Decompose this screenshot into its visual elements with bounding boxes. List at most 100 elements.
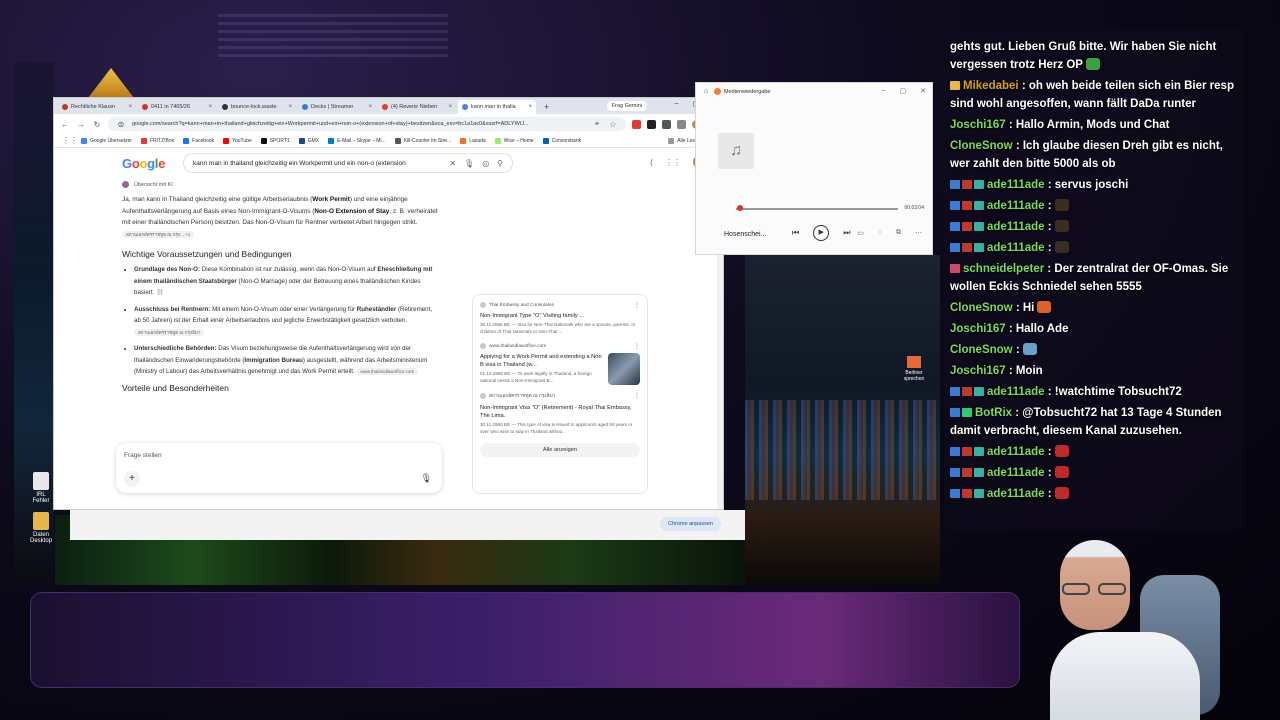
bookmark-item[interactable]: Consorsbank (542, 137, 581, 144)
bookmark-item[interactable]: Google Übersetzer (81, 137, 132, 144)
chat-username[interactable]: Joschi167 (950, 323, 1006, 335)
emote-icon (1085, 58, 1100, 70)
close-icon[interactable]: × (448, 104, 452, 110)
source-card[interactable]: Thai Embassy and Consulates ⋮ Non-Immigr… (480, 302, 640, 335)
source-card[interactable]: สถานเอกอัครราชทูต ณ กรุงลิมา ⋮ Non-Immig… (480, 392, 640, 435)
more-icon[interactable]: ⋮ (634, 392, 640, 399)
apps-grid-icon[interactable]: ⋮⋮ (62, 136, 78, 145)
add-icon[interactable]: + (124, 471, 140, 487)
bookmark-item[interactable]: Wise – Home (494, 137, 534, 144)
chat-username[interactable]: CloneSnow (950, 344, 1013, 356)
tab-gmail[interactable]: 0411 in 7465/26 × (138, 100, 216, 114)
more-icon[interactable]: ⋮ (634, 343, 640, 350)
source-title[interactable]: Applying for a Work Permit and extending… (480, 353, 602, 369)
source-chip[interactable]: สถานเอกอัครราชทูต ณ กรุง... +1 (122, 230, 195, 238)
extension-icon[interactable] (632, 119, 641, 129)
follow-up-question-box[interactable]: Frage stellen + 🎙 (116, 443, 442, 493)
bookmark-item[interactable]: E-Mail – Skype – Mi... (328, 137, 386, 144)
seek-bar[interactable] (736, 208, 898, 210)
chat-username[interactable]: ade111ade (987, 221, 1045, 233)
home-icon[interactable]: ⌂ (704, 88, 708, 95)
source-title[interactable]: Non-Immigrant Visa "O" (Retirement) - Ro… (480, 404, 640, 420)
forward-icon[interactable]: → (76, 120, 86, 129)
google-logo[interactable]: Google (122, 156, 165, 171)
source-title[interactable]: Non-Immigrant Type "O" Visiting family .… (480, 312, 640, 320)
more-icon[interactable]: ⋯ (915, 229, 922, 237)
search-input[interactable]: kann man in thailand gleichzeitig ein Wo… (183, 153, 514, 173)
desktop-icon-irl-fehler[interactable]: IRL Fehler (28, 472, 54, 504)
volume-icon[interactable]: ◌ (878, 229, 882, 237)
subtitles-icon[interactable]: ▭ (857, 229, 864, 237)
extensions-puzzle-icon[interactable] (677, 119, 686, 129)
source-card[interactable]: www.thailandlawoffice.com ⋮ Applying for… (480, 343, 640, 385)
minimize-icon[interactable]: – (675, 100, 679, 108)
show-all-sources-button[interactable]: Alle anzeigen (480, 443, 640, 457)
play-button[interactable]: ▶ (813, 225, 830, 241)
extension-icon[interactable] (647, 119, 656, 129)
bookmark-item[interactable]: YouTube (223, 137, 252, 144)
close-icon[interactable]: × (208, 104, 212, 110)
source-chip[interactable]: สถานเอกอัครราชทูต ณ กรุงลิมา (134, 328, 205, 336)
chat-username[interactable]: Mikedabei (963, 80, 1019, 92)
chat-username[interactable]: CloneSnow (950, 302, 1013, 314)
desktop-icon-daten-desktop[interactable]: Daten Desktop (28, 512, 54, 544)
bookmark-item[interactable]: Lazada (460, 137, 486, 144)
tab-decks[interactable]: Decks | Streamer × (298, 100, 376, 114)
back-icon[interactable]: ← (60, 120, 70, 129)
bookmark-item[interactable]: GMX (298, 137, 319, 144)
next-icon[interactable]: ⏭ (843, 228, 850, 238)
bookmark-item[interactable]: SPORT1 (260, 137, 290, 144)
close-window-icon[interactable]: ✕ (920, 87, 926, 95)
list-item: Unterschiedliche Behörden: Das Visum bez… (134, 343, 440, 378)
source-chip[interactable]: www.thailandlawoffice.com (356, 368, 419, 375)
bookmark-item[interactable]: FRITZ!Box (140, 137, 174, 144)
lens-icon[interactable]: ◎ (482, 159, 489, 168)
chrome-customize-button[interactable]: Chrome anpassen (660, 517, 721, 531)
new-tab-button[interactable]: + (538, 100, 555, 114)
chat-username[interactable]: ade111ade (987, 386, 1045, 398)
extension-icon[interactable] (662, 119, 671, 129)
tab-google-search[interactable]: kann man in thaila × (458, 100, 536, 114)
maximize-icon[interactable]: ▢ (900, 87, 907, 95)
share-icon[interactable]: ⟨ (650, 158, 653, 167)
chat-username[interactable]: ade111ade (987, 200, 1045, 212)
emote-icon (1037, 301, 1052, 313)
miniplayer-icon[interactable]: ⧉ (896, 229, 901, 237)
chat-username[interactable]: ade111ade (987, 488, 1045, 500)
chat-username[interactable]: CloneSnow (950, 140, 1013, 152)
tab-youtube[interactable]: (4) Reverie Nieben × (378, 100, 456, 114)
chat-username[interactable]: Joschi167 (950, 365, 1006, 377)
bookmark-item[interactable]: Facebook (183, 137, 214, 144)
close-icon[interactable]: × (528, 104, 532, 110)
microphone-icon[interactable]: 🎙 (421, 473, 432, 484)
tab-rechtliche[interactable]: Rechtliche Klausn × (58, 100, 136, 114)
address-bar[interactable]: ⊜ google.com/search?q=kann+man+in+thaila… (108, 117, 626, 131)
chat-username[interactable]: ade111ade (987, 179, 1045, 191)
clear-icon[interactable]: ✕ (449, 159, 456, 168)
tab-bounce-lock[interactable]: bounce-lock.waste × (218, 100, 296, 114)
bookmark-item[interactable]: Kill-Counter im Stre... (394, 137, 451, 144)
desktop-icon-berliner[interactable]: Berliner sprechen (898, 356, 930, 382)
close-icon[interactable]: × (368, 104, 372, 110)
chat-username[interactable]: BotRix (975, 407, 1012, 419)
gemini-button[interactable]: Frag Gemini (606, 101, 647, 111)
link-icon[interactable]: ⛓ (156, 289, 164, 296)
reload-icon[interactable]: ↻ (92, 120, 102, 129)
minimize-icon[interactable]: – (882, 87, 886, 95)
seek-handle[interactable] (737, 205, 744, 211)
search-icon[interactable]: ⚲ (497, 159, 503, 168)
chat-username[interactable]: ade111ade (987, 446, 1045, 458)
chat-username[interactable]: Joschi167 (950, 119, 1006, 131)
chat-username[interactable]: ade111ade (987, 467, 1045, 479)
close-icon[interactable]: × (288, 104, 292, 110)
chat-username[interactable]: schneidelpeter (963, 263, 1044, 275)
microphone-icon[interactable]: 🎙 (464, 159, 474, 168)
location-icon[interactable]: ⌖ (592, 119, 602, 129)
close-icon[interactable]: × (128, 104, 132, 110)
more-icon[interactable]: ⋮ (634, 302, 640, 309)
bookmark-star-icon[interactable]: ☆ (608, 120, 618, 129)
chat-username[interactable]: ade111ade (987, 242, 1045, 254)
apps-icon[interactable]: ⋮⋮ (665, 158, 681, 167)
previous-icon[interactable]: ⏮ (792, 228, 799, 238)
site-info-icon[interactable]: ⊜ (116, 120, 126, 129)
